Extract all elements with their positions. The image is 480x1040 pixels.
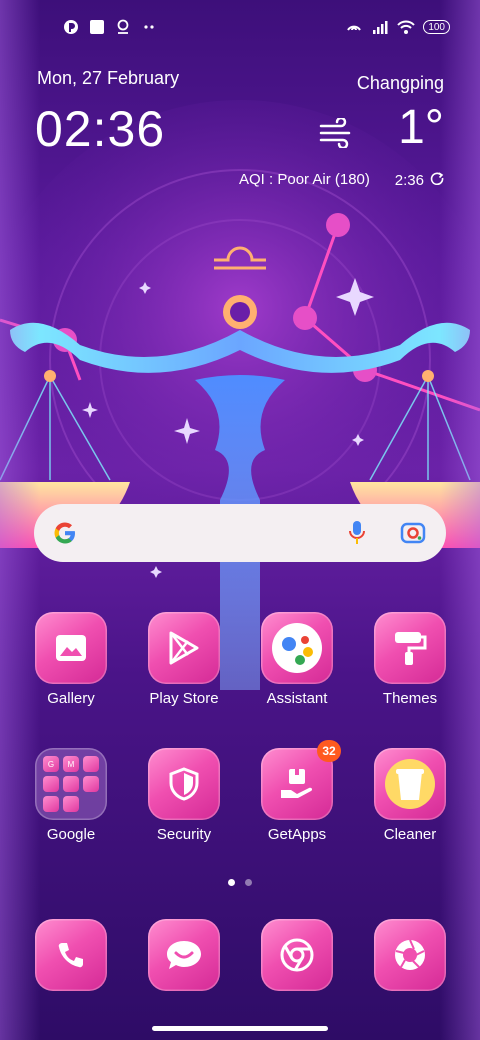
app-play-store[interactable]: Play Store <box>134 612 234 707</box>
dock-phone[interactable] <box>21 919 121 991</box>
folder-app-youtube <box>43 776 59 792</box>
clock-time[interactable]: 02:36 <box>35 100 165 158</box>
notification-badge: 32 <box>317 740 341 762</box>
app-notification-icon <box>62 18 80 36</box>
app-label: Security <box>156 826 212 843</box>
folder-icon[interactable]: G M <box>35 748 107 820</box>
lens-camera-icon[interactable] <box>400 520 426 551</box>
app-label: Assistant <box>266 690 328 707</box>
page-indicator <box>0 879 480 886</box>
temperature: 1° <box>398 101 444 154</box>
battery-indicator: 100 <box>423 20 450 34</box>
app-assistant[interactable]: Assistant <box>247 612 347 707</box>
app-security[interactable]: Security <box>134 748 234 843</box>
home-gesture-bar[interactable] <box>152 1026 328 1031</box>
location-pin-icon <box>114 18 132 36</box>
app-gallery[interactable]: Gallery <box>21 612 121 707</box>
date-text: Mon, 27 February <box>37 68 180 88</box>
trash-bin-icon[interactable] <box>374 748 446 820</box>
refresh-icon[interactable] <box>430 171 444 189</box>
page-dot-active <box>228 879 235 886</box>
phone-icon[interactable] <box>35 919 107 991</box>
update-time: 2:36 <box>394 171 424 189</box>
assistant-icon[interactable] <box>261 612 333 684</box>
google-search-bar[interactable] <box>34 504 446 562</box>
app-label: Play Store <box>149 690 219 707</box>
app-label: Themes <box>382 690 438 707</box>
gallery-icon[interactable] <box>35 612 107 684</box>
weather-location: Changping <box>356 73 444 93</box>
wifi-icon <box>397 18 416 36</box>
status-bar-left <box>62 18 158 36</box>
square-notification-icon <box>88 18 106 36</box>
play-store-icon[interactable] <box>148 612 220 684</box>
app-cleaner[interactable]: Cleaner <box>360 748 460 843</box>
camera-icon[interactable] <box>374 919 446 991</box>
more-dots-icon <box>140 18 158 36</box>
dock-messages[interactable] <box>134 919 234 991</box>
mic-icon[interactable] <box>348 520 366 551</box>
folder-app-duo <box>63 796 79 812</box>
dock-camera[interactable] <box>360 919 460 991</box>
shield-icon[interactable] <box>148 748 220 820</box>
app-google-folder[interactable]: G M Google <box>21 748 121 843</box>
messages-icon[interactable] <box>148 919 220 991</box>
app-getapps[interactable]: 32 GetApps <box>247 740 347 843</box>
aqi-text: AQI : Poor Air (180) <box>239 171 370 188</box>
google-g-icon <box>52 520 78 546</box>
wind-icon <box>319 116 355 153</box>
signal-icon <box>371 18 389 36</box>
folder-app-meet <box>43 796 59 812</box>
app-label: Gallery <box>47 690 95 707</box>
app-themes[interactable]: Themes <box>360 612 460 707</box>
page-dot <box>245 879 252 886</box>
folder-app-gmail: G <box>43 756 59 772</box>
status-bar-right: 100 <box>345 18 450 36</box>
folder-app-maps <box>83 756 99 772</box>
folder-app-drive <box>63 776 79 792</box>
dock-browser[interactable] <box>247 919 347 991</box>
app-label: Cleaner <box>383 826 437 843</box>
app-label: GetApps <box>267 826 327 843</box>
folder-app-photos <box>83 776 99 792</box>
paint-roller-icon[interactable] <box>374 612 446 684</box>
hotspot-icon <box>345 18 363 36</box>
weather-update[interactable]: 2:36 <box>395 171 444 189</box>
getapps-icon[interactable]: 32 <box>261 740 341 820</box>
browser-icon[interactable] <box>261 919 333 991</box>
app-label: Google <box>46 826 96 843</box>
status-bar: 100 <box>62 14 450 40</box>
folder-app-gmail-m: M <box>63 756 79 772</box>
